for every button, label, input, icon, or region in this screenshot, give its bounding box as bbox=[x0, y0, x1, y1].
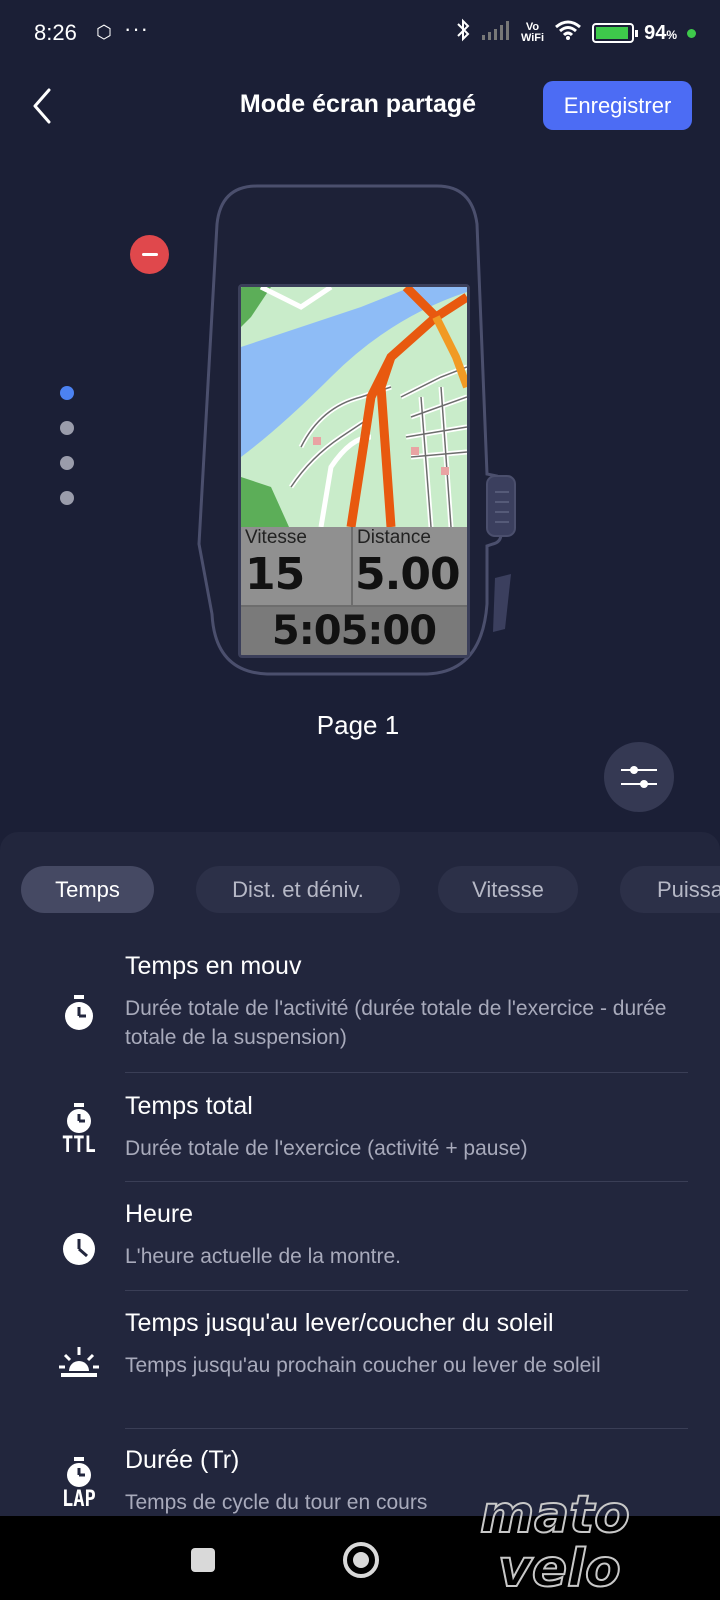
clock-icon bbox=[55, 1232, 103, 1266]
recent-apps-button[interactable] bbox=[191, 1548, 215, 1572]
tab-dist-deniv[interactable]: Dist. et déniv. bbox=[196, 866, 400, 913]
metric-title: Durée (Tr) bbox=[125, 1446, 240, 1474]
matosvelo-watermark: mato velo bbox=[478, 1484, 698, 1600]
battery-percent: 94% bbox=[644, 22, 677, 45]
metric-item[interactable]: TTL Temps total Durée totale de l'exerci… bbox=[0, 1092, 720, 1182]
speed-value: 15 bbox=[245, 549, 305, 600]
metric-item[interactable]: Heure L'heure actuelle de la montre. bbox=[0, 1200, 720, 1290]
watermark-line-2: velo bbox=[498, 1539, 621, 1596]
battery-icon bbox=[592, 23, 639, 43]
metric-description: Temps jusqu'au prochain coucher ou lever… bbox=[125, 1354, 601, 1377]
page-dot-2[interactable] bbox=[60, 421, 74, 435]
more-notifications-icon: ··· bbox=[124, 16, 149, 41]
data-field-sheet: Temps Dist. et déniv. Vitesse Puissa Tem… bbox=[0, 832, 720, 1516]
metric-description: L'heure actuelle de la montre. bbox=[125, 1245, 402, 1268]
divider bbox=[125, 1181, 688, 1182]
stopwatch-icon bbox=[55, 994, 103, 1032]
metric-item[interactable]: Temps en mouv Durée totale de l'activité… bbox=[0, 952, 720, 1102]
metric-item[interactable]: Temps jusqu'au lever/coucher du soleil T… bbox=[0, 1309, 720, 1429]
sunrise-icon bbox=[55, 1345, 103, 1379]
page-dot-4[interactable] bbox=[60, 491, 74, 505]
category-tabs: Temps Dist. et déniv. Vitesse Puissa bbox=[21, 866, 720, 913]
hexagon-icon: ⬡ bbox=[96, 22, 112, 42]
layout-settings-button[interactable] bbox=[604, 742, 674, 812]
metric-title: Heure bbox=[125, 1200, 194, 1228]
minus-icon bbox=[141, 253, 158, 256]
sliders-icon bbox=[621, 766, 657, 788]
status-bar: 8:26 ⬡ ··· Vo WiFi 94% bbox=[0, 0, 720, 66]
home-button[interactable] bbox=[343, 1542, 379, 1578]
lap-label: LAP bbox=[62, 1487, 96, 1512]
distance-label: Distance bbox=[357, 527, 431, 548]
divider bbox=[125, 1072, 688, 1073]
metric-description: Durée totale de l'activité (durée totale… bbox=[125, 997, 667, 1049]
battery-unit: % bbox=[666, 27, 677, 42]
speed-label: Vitesse bbox=[245, 527, 307, 548]
home-icon bbox=[353, 1552, 369, 1568]
tab-puissance[interactable]: Puissa bbox=[620, 866, 720, 913]
save-button[interactable]: Enregistrer bbox=[543, 81, 692, 130]
metric-title: Temps en mouv bbox=[125, 952, 302, 980]
stopwatch-ttl-icon: TTL bbox=[55, 1102, 103, 1158]
battery-fill bbox=[596, 27, 629, 39]
tab-vitesse[interactable]: Vitesse bbox=[438, 866, 578, 913]
metric-title: Temps total bbox=[125, 1092, 253, 1120]
page-dot-1[interactable] bbox=[60, 386, 74, 400]
device-preview[interactable]: Vitesse 15 Distance 5.00 5:05:00 bbox=[197, 184, 517, 694]
privacy-indicator-dot bbox=[687, 28, 696, 38]
bluetooth-icon bbox=[455, 18, 471, 48]
battery-value: 94 bbox=[644, 21, 667, 44]
divider bbox=[125, 1290, 688, 1291]
page-indicator bbox=[60, 386, 74, 526]
page-dot-3[interactable] bbox=[60, 456, 74, 470]
wifi-label: WiFi bbox=[520, 32, 545, 44]
ttl-label: TTL bbox=[62, 1133, 96, 1158]
distance-value: 5.00 bbox=[355, 549, 461, 600]
map-view bbox=[241, 287, 467, 528]
tab-temps[interactable]: Temps bbox=[21, 866, 154, 913]
wifi-icon bbox=[554, 19, 582, 47]
data-fields: Vitesse 15 Distance 5.00 5:05:00 bbox=[241, 527, 467, 655]
signal-icon bbox=[481, 19, 511, 47]
status-time: 8:26 bbox=[34, 20, 77, 45]
remove-page-button[interactable] bbox=[130, 235, 169, 274]
page-label: Page 1 bbox=[316, 710, 400, 740]
metric-description: Durée totale de l'exercice (activité + p… bbox=[125, 1137, 528, 1160]
watermark-line-1: mato bbox=[480, 1485, 630, 1545]
time-value: 5:05:00 bbox=[271, 608, 437, 654]
divider bbox=[125, 1428, 688, 1429]
device-screen: Vitesse 15 Distance 5.00 5:05:00 bbox=[238, 284, 470, 658]
metric-title: Temps jusqu'au lever/coucher du soleil bbox=[125, 1309, 554, 1337]
vowifi-icon: Vo WiFi bbox=[521, 22, 544, 44]
stopwatch-lap-icon: LAP bbox=[55, 1456, 103, 1512]
